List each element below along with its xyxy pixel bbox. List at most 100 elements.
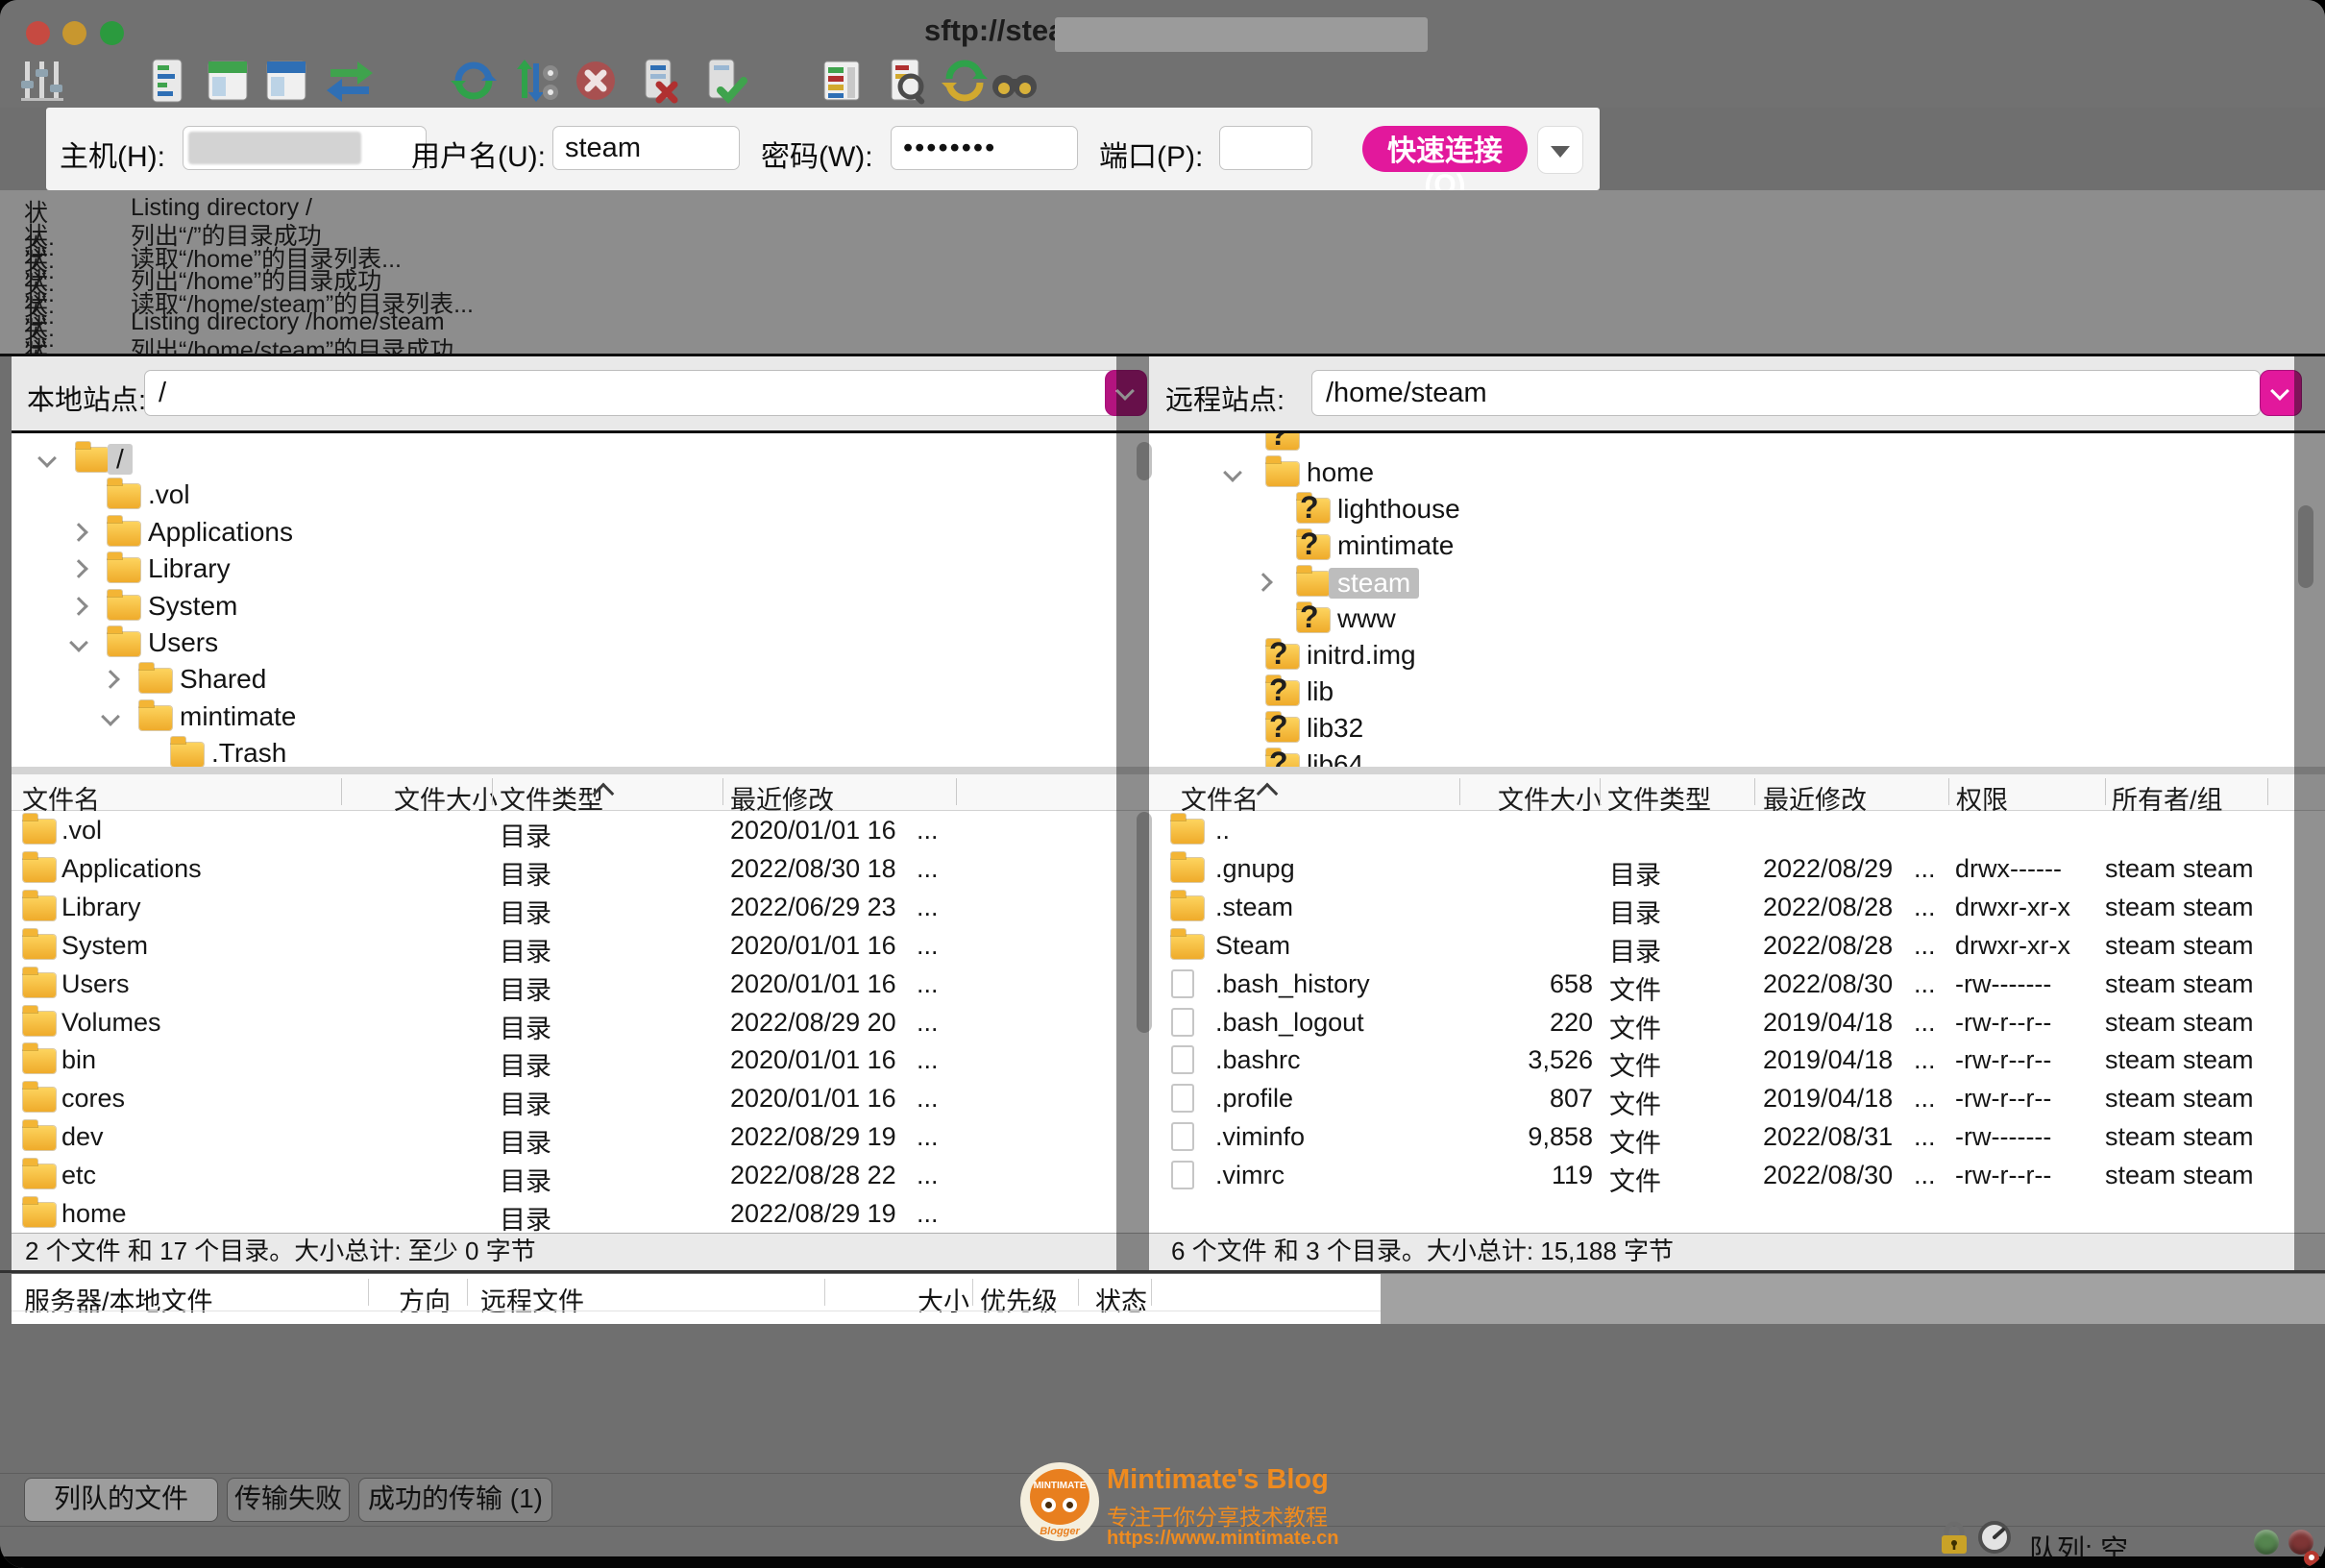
- file-truncated-cell: ...: [917, 1122, 939, 1152]
- tree-item-steam[interactable]: steam: [1158, 565, 2325, 600]
- tree-item-lib[interactable]: lib: [1158, 674, 2325, 709]
- close-button[interactable]: [26, 21, 50, 45]
- file-row-Library[interactable]: Library目录2022/06/29 23...: [12, 889, 1158, 925]
- collapse-icon[interactable]: [1223, 463, 1242, 482]
- tree-item-System[interactable]: System: [12, 589, 1158, 624]
- tree-item-/[interactable]: /: [12, 441, 1158, 476]
- file-row-.bash_history[interactable]: .bash_history658文件2022/08/30...-rw------…: [1158, 966, 2325, 1002]
- minimize-button[interactable]: [62, 21, 86, 45]
- tree-item-home[interactable]: home: [1158, 455, 2325, 490]
- refresh-icon[interactable]: [449, 56, 499, 106]
- tree-item-mintimate[interactable]: mintimate: [1158, 528, 2325, 563]
- tree-item-Library[interactable]: Library: [12, 551, 1158, 586]
- file-type-cell: 目录: [500, 816, 551, 853]
- local-splitter[interactable]: [12, 767, 1158, 774]
- process-queue-icon[interactable]: [511, 56, 561, 106]
- tree-item-.vol[interactable]: .vol: [12, 478, 1158, 512]
- queue-header-size[interactable]: 大小: [918, 1281, 969, 1318]
- username-input[interactable]: [552, 126, 740, 170]
- message-log[interactable]: 状态:Listing directory /状态:列出“/”的目录成功状态:读取…: [0, 190, 2325, 354]
- quickconnect-dropdown-button[interactable]: [1537, 126, 1583, 174]
- file-row-.vol[interactable]: .vol目录2020/01/01 16...: [12, 812, 1158, 848]
- file-row-Steam[interactable]: Steam目录2022/08/28...drwxr-xr-xsteam stea…: [1158, 927, 2325, 964]
- tree-item-lighthouse[interactable]: lighthouse: [1158, 492, 2325, 527]
- transfer-queue-panel: 服务器/本地文件 方向 远程文件 大小 优先级 状态: [0, 1270, 2325, 1326]
- file-row-.bash_logout[interactable]: .bash_logout220文件2019/04/18...-rw-r--r--…: [1158, 1004, 2325, 1041]
- file-row-Users[interactable]: Users目录2020/01/01 16...: [12, 966, 1158, 1002]
- tree-item-.Trash[interactable]: .Trash: [12, 736, 1158, 767]
- tree-item[interactable]: [1158, 433, 2325, 453]
- unknown-folder-icon: [1266, 718, 1299, 742]
- expand-icon[interactable]: [69, 559, 88, 578]
- file-row-dev[interactable]: dev目录2022/08/29 19...: [12, 1118, 1158, 1155]
- file-row-..[interactable]: ..: [1158, 812, 2325, 848]
- file-row-.profile[interactable]: .profile807文件2019/04/18...-rw-r--r--stea…: [1158, 1080, 2325, 1116]
- file-name-cell: Users: [61, 969, 130, 999]
- file-row-bin[interactable]: bin目录2020/01/01 16...: [12, 1041, 1158, 1078]
- expand-icon[interactable]: [69, 597, 88, 616]
- queue-header-server-local-file[interactable]: 服务器/本地文件: [24, 1281, 213, 1318]
- remote-path-combo[interactable]: /home/steam: [1311, 370, 2261, 416]
- expand-icon[interactable]: [1254, 573, 1273, 592]
- center-splitter-dim[interactable]: [1116, 354, 1149, 1270]
- expand-icon[interactable]: [101, 670, 120, 689]
- remote-tree-icon[interactable]: [261, 56, 311, 106]
- tree-item-lib64[interactable]: lib64: [1158, 747, 2325, 767]
- tab-successful-transfers[interactable]: 成功的传输 (1): [358, 1478, 552, 1522]
- message-log-icon[interactable]: [143, 56, 193, 106]
- compare-directories-icon[interactable]: [817, 56, 867, 106]
- local-tree-icon[interactable]: [203, 56, 253, 106]
- queue-header-remote-file[interactable]: 远程文件: [480, 1281, 584, 1318]
- tree-item-Applications[interactable]: Applications: [12, 515, 1158, 550]
- quickconnect-button[interactable]: 快速连接(Q): [1362, 126, 1528, 172]
- local-path-combo[interactable]: /: [144, 370, 1116, 416]
- transfer-queue-icon[interactable]: [325, 56, 375, 106]
- zoom-button[interactable]: [100, 21, 124, 45]
- file-row-home[interactable]: home目录2022/08/29 19...: [12, 1195, 1158, 1232]
- file-row-Applications[interactable]: Applications目录2022/08/30 18...: [12, 850, 1158, 887]
- remote-splitter[interactable]: [1158, 767, 2325, 774]
- tree-item-lib32[interactable]: lib32: [1158, 711, 2325, 746]
- find-files-icon[interactable]: [990, 56, 1040, 106]
- local-directory-tree[interactable]: /.volApplicationsLibrarySystemUsersShare…: [12, 433, 1158, 767]
- remote-file-list[interactable]: ...gnupg目录2022/08/29...drwx------steam s…: [1158, 811, 2325, 1233]
- reconnect-icon[interactable]: [698, 56, 747, 106]
- file-row-cores[interactable]: cores目录2020/01/01 16...: [12, 1080, 1158, 1116]
- speed-limits-gauge-icon[interactable]: [1975, 1518, 2014, 1556]
- file-row-.vimrc[interactable]: .vimrc119文件2022/08/30...-rw-r--r--steam …: [1158, 1157, 2325, 1193]
- folder-icon: [23, 820, 56, 844]
- expand-icon[interactable]: [69, 523, 88, 542]
- password-input[interactable]: [891, 126, 1078, 170]
- file-row-Volumes[interactable]: Volumes目录2022/08/29 20...: [12, 1004, 1158, 1041]
- remote-directory-tree[interactable]: homelighthousemintimatesteamwwwinitrd.im…: [1158, 433, 2325, 767]
- disconnect-icon[interactable]: [634, 56, 684, 106]
- tree-item-Shared[interactable]: Shared: [12, 662, 1158, 697]
- file-row-.gnupg[interactable]: .gnupg目录2022/08/29...drwx------steam ste…: [1158, 850, 2325, 887]
- port-input[interactable]: [1219, 126, 1312, 170]
- file-row-.viminfo[interactable]: .viminfo9,858文件2022/08/31...-rw-------st…: [1158, 1118, 2325, 1155]
- tree-item-www[interactable]: www: [1158, 601, 2325, 636]
- filename-filters-icon[interactable]: [882, 56, 932, 106]
- file-row-.bashrc[interactable]: .bashrc3,526文件2019/04/18...-rw-r--r--ste…: [1158, 1041, 2325, 1078]
- local-file-list[interactable]: .vol目录2020/01/01 16...Applications目录2022…: [12, 811, 1158, 1233]
- tab-failed-transfers[interactable]: 传输失败: [227, 1478, 350, 1522]
- collapse-icon[interactable]: [101, 707, 120, 726]
- collapse-icon[interactable]: [37, 449, 57, 468]
- tree-item-mintimate[interactable]: mintimate: [12, 699, 1158, 734]
- file-row-etc[interactable]: etc目录2022/08/28 22...: [12, 1157, 1158, 1193]
- tree-item-Users[interactable]: Users: [12, 625, 1158, 660]
- queue-header-status[interactable]: 状态: [1095, 1281, 1147, 1318]
- site-manager-icon[interactable]: [17, 56, 67, 106]
- collapse-icon[interactable]: [69, 633, 88, 652]
- cancel-icon[interactable]: [571, 56, 621, 106]
- queue-header-priority[interactable]: 优先级: [980, 1281, 1058, 1318]
- tab-queued-files[interactable]: 列队的文件: [24, 1478, 218, 1522]
- file-row-System[interactable]: System目录2020/01/01 16...: [12, 927, 1158, 964]
- folder-icon: [1266, 462, 1299, 486]
- synchronized-browsing-icon[interactable]: [940, 56, 990, 106]
- queue-header-direction[interactable]: 方向: [399, 1281, 451, 1318]
- file-row-.steam[interactable]: .steam目录2022/08/28...drwxr-xr-xsteam ste…: [1158, 889, 2325, 925]
- lock-icon[interactable]: [1935, 1518, 1973, 1556]
- tree-item-initrd.img[interactable]: initrd.img: [1158, 638, 2325, 673]
- file-perms-cell: -rw-r--r--: [1955, 1084, 2051, 1114]
